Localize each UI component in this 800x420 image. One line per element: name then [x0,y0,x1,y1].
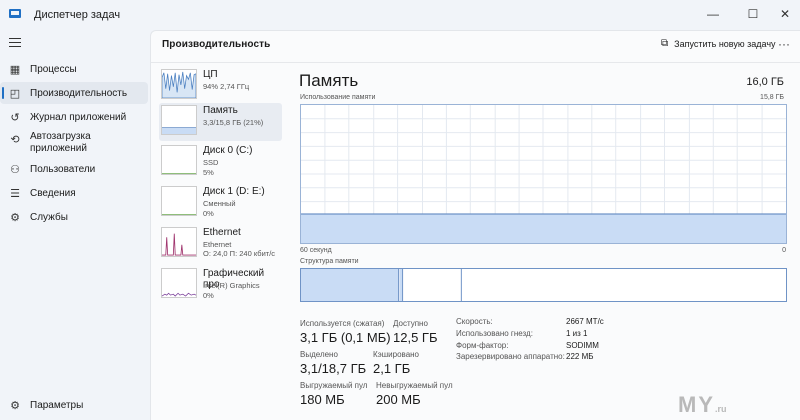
sidebar-item-label: Производительность [30,87,128,99]
resource-name: Память [203,105,238,116]
memory-usage-chart [300,104,787,244]
hamburger-menu-icon[interactable] [9,38,21,50]
form-factor-value: SODIMM [566,341,599,350]
resource-name: Диск 1 (D: E:) [203,186,265,197]
paged-pool-value: 180 МБ [300,392,345,407]
sidebar-item-label: Пользователи [30,163,96,175]
resource-detail: SSD [203,158,219,167]
slots-label: Использовано гнезд: [456,329,533,338]
sidebar-item-app-history[interactable]: ↺ Журнал приложений [0,108,148,126]
available-value: 12,5 ГБ [393,330,438,345]
main-panel: Производительность ⧉ Запустить новую зад… [150,30,800,420]
speed-label: Скорость: [456,317,493,326]
sidebar-item-startup[interactable]: ⟲ Автозагрузка приложений [0,131,148,157]
gpu-thumbnail [161,268,197,298]
performance-icon: ◰ [9,87,21,100]
maximize-button[interactable]: ☐ [740,3,766,25]
hw-reserved-value: 222 МБ [566,352,594,361]
sidebar-item-label: Сведения [30,187,76,199]
memory-usage-area [301,214,786,243]
memory-title: Память [299,71,359,90]
sidebar-item-label: Параметры [30,399,84,411]
header-divider [151,62,800,63]
sidebar-item-label: Журнал приложений [30,111,127,123]
page-title: Производительность [162,39,271,50]
committed-label: Выделено [300,350,338,359]
watermark-logo: MY.ru [678,392,727,417]
grid-icon: ▦ [9,63,21,76]
more-options-icon[interactable]: ··· [778,37,790,51]
users-icon: ⚇ [10,163,20,176]
close-button[interactable]: ✕ [772,3,798,25]
in-use-label: Используется (сжатая) [300,319,385,328]
app-icon [9,9,21,18]
structure-label: Структура памяти [300,258,359,265]
paged-pool-label: Выгружаемый пул [300,381,368,390]
sidebar-item-performance[interactable]: ◰ Производительность [0,82,148,104]
resource-detail: 94% 2,74 ГГц [203,82,250,91]
cpu-thumbnail [161,69,197,99]
sidebar-item-label: Службы [30,211,68,223]
nonpaged-pool-label: Невыгружаемый пул [376,381,453,390]
nonpaged-pool-value: 200 МБ [376,392,421,407]
sidebar-item-processes[interactable]: ▦ Процессы [0,60,148,78]
minimize-button[interactable]: — [700,3,726,25]
startup-icon: ⟲ [10,134,20,146]
resource-detail: 0% [203,291,214,300]
usage-max: 15,8 ГБ [760,94,784,101]
sidebar-item-users[interactable]: ⚇ Пользователи [0,160,148,178]
form-factor-label: Форм-фактор: [456,341,509,350]
resource-name: ЦП [203,69,218,80]
sidebar-item-label: Автозагрузка приложений [30,131,91,154]
usage-label: Использование памяти [300,94,376,101]
resource-detail: О: 24,0 П: 240 кбит/с [203,249,276,258]
memory-total: 16,0 ГБ [746,76,784,88]
resource-detail: 0% [203,209,214,218]
history-icon: ↺ [10,111,20,124]
ethernet-thumbnail [161,227,197,257]
resource-item-disk1[interactable]: Диск 1 (D: E:) Сменный 0% [159,184,282,222]
resource-item-memory[interactable]: Память 3,3/15,8 ГБ (21%) [159,103,282,141]
resource-name: Диск 0 (C:) [203,145,253,156]
run-new-task-button[interactable]: ⧉ Запустить новую задачу [661,38,776,49]
sidebar: ▦ Процессы ◰ Производительность ↺ Журнал… [0,30,150,420]
resource-item-gpu[interactable]: Графический про Intel(R) Graphics 0% [159,266,282,304]
chart-axis-right: 0 [782,247,786,254]
run-task-icon: ⧉ [661,38,669,49]
resource-item-cpu[interactable]: ЦП 94% 2,74 ГГц [159,67,282,105]
committed-value: 3,1/18,7 ГБ [300,361,367,376]
run-task-label: Запустить новую задачу [674,38,776,49]
cached-label: Кэшировано [373,350,420,359]
sidebar-item-label: Процессы [30,63,77,75]
sidebar-item-details[interactable]: ☰ Сведения [0,184,148,202]
resource-detail: Ethernet [203,240,232,249]
resource-item-disk0[interactable]: Диск 0 (C:) SSD 5% [159,143,282,181]
slots-value: 1 из 1 [566,329,588,338]
gear-icon: ⚙ [10,399,20,412]
services-icon: ⚙ [10,211,20,224]
window-title: Диспетчер задач [34,9,121,21]
resource-item-ethernet[interactable]: Ethernet Ethernet О: 24,0 П: 240 кбит/с [159,225,282,263]
hw-reserved-label: Зарезервировано аппаратно: [456,352,565,361]
disk1-thumbnail [161,186,197,216]
speed-value: 2667 МТ/с [566,317,604,326]
resource-name: Ethernet [203,227,241,238]
available-label: Доступно [393,319,428,328]
resource-detail: 5% [203,168,214,177]
memory-structure-bar [300,268,787,302]
in-use-value: 3,1 ГБ (0,1 МБ) [300,330,391,345]
sidebar-item-settings[interactable]: ⚙ Параметры [0,396,148,414]
sidebar-item-services[interactable]: ⚙ Службы [0,208,148,226]
chart-axis-left: 60 секунд [300,247,332,254]
resource-detail: Intel(R) Graphics [203,281,260,290]
title-bar: Диспетчер задач — ☐ ✕ [0,0,800,30]
resource-detail: Сменный [203,199,236,208]
memory-thumbnail [161,105,197,135]
list-icon: ☰ [10,187,20,200]
cached-value: 2,1 ГБ [373,361,411,376]
disk0-thumbnail [161,145,197,175]
resource-detail: 3,3/15,8 ГБ (21%) [203,118,264,127]
